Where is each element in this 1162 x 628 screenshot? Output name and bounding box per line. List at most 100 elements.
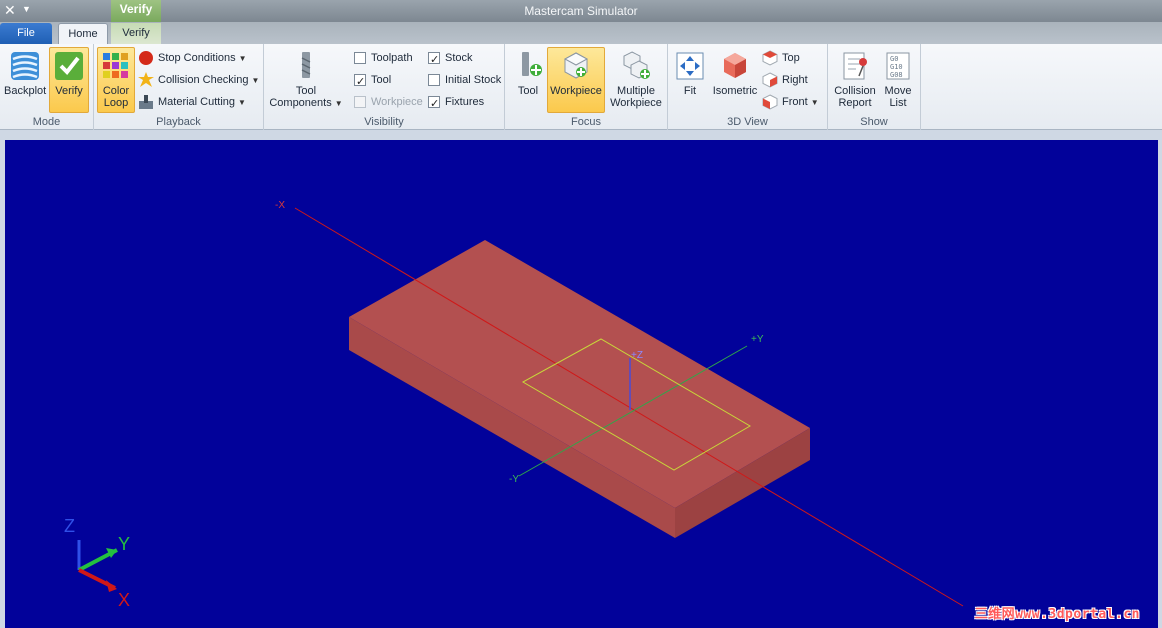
initial-stock-checkbox[interactable]: Initial Stock	[428, 70, 501, 90]
title-bar: ✕ ▼ Mastercam Simulator	[0, 0, 1162, 22]
tab-home[interactable]: Home	[58, 23, 108, 44]
top-view-cube-icon	[762, 50, 778, 66]
checkbox-unchecked	[428, 74, 440, 87]
material-cutting-icon	[139, 95, 153, 110]
backplot-label: Backplot	[4, 85, 47, 97]
color-loop-label-1: Color	[102, 85, 130, 97]
scene-canvas: -X +Y -Y +Z Z Y X	[64, 200, 964, 610]
verify-label: Verify	[55, 85, 83, 97]
move-list-label-1: Move	[884, 85, 912, 97]
focus-tool-label: Tool	[517, 85, 539, 97]
chevron-down-icon: ▼	[334, 99, 343, 108]
collision-report-button[interactable]: Collision Report	[832, 47, 878, 113]
fit-icon	[676, 52, 704, 80]
fit-label: Fit	[683, 85, 697, 97]
watermark: 三维网www.3dportal.cn	[974, 607, 1140, 622]
color-loop-button[interactable]: Color Loop	[97, 47, 135, 113]
ribbon: Backplot Verify Mode Color Loop Stop Con…	[0, 44, 1162, 130]
group-visibility: Tool Components▼ Toolpath Tool Workpiece…	[264, 44, 505, 130]
fit-button[interactable]: Fit	[672, 47, 708, 113]
svg-text:G08: G08	[890, 71, 903, 79]
group-3d-view: Fit Isometric Top Right Front ▼ 3D View	[668, 44, 828, 130]
checkbox-checked	[428, 94, 440, 114]
triad-x-label: X	[118, 590, 130, 610]
triad-z-label: Z	[64, 516, 75, 536]
neg-x-label: -X	[275, 200, 285, 211]
backplot-button[interactable]: Backplot	[3, 47, 47, 113]
material-cutting-button[interactable]: Material Cutting ▼	[138, 92, 246, 112]
tab-verify[interactable]: Verify	[111, 23, 161, 44]
context-tab-header: Verify	[111, 0, 161, 22]
chevron-down-icon: ▼	[810, 98, 819, 107]
group-label-focus: Focus	[571, 116, 601, 128]
tab-file[interactable]: File	[0, 23, 52, 44]
right-view-label: Right	[782, 74, 808, 86]
group-playback: Color Loop Stop Conditions ▼ Collision Ch…	[94, 44, 264, 130]
collision-report-icon	[843, 52, 867, 80]
verify-check-icon	[55, 52, 83, 80]
x-axis-line	[294, 207, 964, 607]
orientation-triad: Z Y X	[64, 516, 130, 610]
front-view-button[interactable]: Front ▼	[762, 92, 819, 112]
triad-y-label: Y	[118, 534, 130, 554]
window-title: Mastercam Simulator	[524, 4, 638, 18]
workpiece-label: Workpiece	[371, 96, 423, 108]
checkbox-checked	[354, 72, 366, 92]
isometric-label: Isometric	[712, 85, 758, 97]
collision-report-label-2: Report	[838, 97, 872, 109]
initial-stock-label: Initial Stock	[445, 74, 502, 86]
collision-report-label-1: Collision	[834, 85, 876, 97]
isometric-cube-icon	[724, 53, 746, 78]
tool-label: Tool	[371, 74, 392, 86]
backplot-icon	[11, 52, 39, 80]
viewport-frame: -X +Y -Y +Z Z Y X 三维网www.3dportal.cn	[0, 130, 1162, 628]
multiple-workpiece-label-1: Multiple	[617, 85, 655, 97]
toolpath-checkbox[interactable]: Toolpath	[354, 48, 413, 68]
group-label-visibility: Visibility	[364, 116, 404, 128]
collision-checking-label: Collision Checking	[158, 74, 249, 86]
group-label-playback: Playback	[156, 116, 201, 128]
isometric-button[interactable]: Isometric	[710, 47, 760, 113]
tool-checkbox[interactable]: Tool	[354, 70, 392, 92]
group-label-3d-view: 3D View	[727, 116, 768, 128]
pos-z-label: +Z	[631, 350, 643, 361]
top-view-label: Top	[782, 52, 800, 64]
move-list-label-2: List	[889, 97, 907, 109]
ribbon-tab-row: File Home Verify	[0, 22, 1162, 44]
3d-viewport[interactable]: -X +Y -Y +Z Z Y X 三维网www.3dportal.cn	[5, 140, 1158, 628]
collision-checking-button[interactable]: Collision Checking ▼	[138, 70, 259, 90]
color-loop-icon	[103, 53, 128, 78]
multiple-workpiece-icon	[623, 51, 650, 79]
focus-workpiece-button[interactable]: Workpiece	[547, 47, 605, 113]
stock-checkbox[interactable]: Stock	[428, 48, 473, 70]
chevron-down-icon: ▼	[251, 76, 260, 85]
focus-tool-button[interactable]: Tool	[513, 47, 543, 113]
material-cutting-label: Material Cutting	[158, 96, 236, 108]
stop-icon	[139, 51, 153, 66]
workpiece-cube-icon	[563, 52, 589, 79]
chevron-down-icon: ▼	[238, 98, 246, 107]
pos-y-label: +Y	[751, 334, 764, 345]
tool-components-label-2: Components	[269, 97, 332, 109]
front-view-label: Front	[782, 96, 808, 108]
stop-conditions-button[interactable]: Stop Conditions ▼	[138, 48, 247, 68]
collision-burst-icon	[138, 72, 154, 88]
move-list-button[interactable]: G0 G10 G08 Move List	[880, 47, 916, 113]
fixtures-checkbox[interactable]: Fixtures	[428, 92, 484, 114]
group-show: Collision Report G0 G10 G08 Move List Sh…	[828, 44, 921, 130]
multiple-workpiece-button[interactable]: Multiple Workpiece	[608, 47, 664, 113]
group-label-mode: Mode	[32, 116, 61, 128]
verify-button[interactable]: Verify	[49, 47, 89, 113]
top-view-button[interactable]: Top	[762, 48, 800, 68]
stock-label: Stock	[445, 52, 473, 64]
chevron-down-icon: ▼	[238, 54, 247, 63]
tool-components-button[interactable]: Tool Components ▼	[268, 47, 344, 113]
svg-text:G10: G10	[890, 63, 903, 71]
right-view-button[interactable]: Right	[762, 70, 808, 90]
multiple-workpiece-label-2: Workpiece	[610, 97, 662, 109]
neg-y-label: -Y	[509, 474, 519, 485]
focus-workpiece-label: Workpiece	[550, 85, 602, 97]
checkbox-disabled	[354, 96, 366, 109]
front-view-cube-icon	[762, 94, 778, 110]
group-focus: Tool Workpiece Multiple Workpiece Focus	[505, 44, 668, 130]
